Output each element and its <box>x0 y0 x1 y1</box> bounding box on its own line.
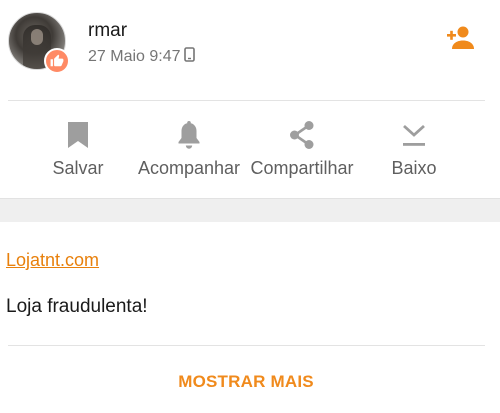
divider <box>8 345 485 346</box>
show-more-button[interactable]: MOSTRAR MAIS <box>0 372 492 392</box>
save-button[interactable]: Salvar <box>44 118 112 188</box>
download-label: Baixo <box>391 158 437 178</box>
follow-post-button[interactable]: Acompanhar <box>130 118 248 188</box>
add-person-icon[interactable] <box>446 24 478 52</box>
bell-icon <box>176 118 202 152</box>
thumbs-up-icon <box>44 48 70 74</box>
username[interactable]: rmar <box>88 20 127 42</box>
share-label: Compartilhar <box>250 158 354 178</box>
follow-label: Acompanhar <box>137 158 241 178</box>
share-icon <box>288 118 316 152</box>
avatar[interactable] <box>8 12 70 74</box>
save-label: Salvar <box>52 158 104 178</box>
action-bar: Salvar Acompanhar Compartilhar Baixo <box>0 118 500 188</box>
section-separator <box>0 198 500 222</box>
post-header: rmar 27 Maio 9:47 <box>0 0 500 100</box>
timestamp: 27 Maio 9:47 <box>88 48 181 65</box>
share-button[interactable]: Compartilhar <box>243 118 361 188</box>
post-meta: 27 Maio 9:47 <box>88 47 195 67</box>
bookmark-icon <box>66 118 90 152</box>
download-button[interactable]: Baixo <box>384 118 444 188</box>
post-body: Loja fraudulenta! <box>6 296 148 317</box>
phone-icon <box>183 47 195 67</box>
download-icon <box>400 118 428 152</box>
divider <box>8 100 485 101</box>
store-link[interactable]: Lojatnt.com <box>6 250 99 271</box>
